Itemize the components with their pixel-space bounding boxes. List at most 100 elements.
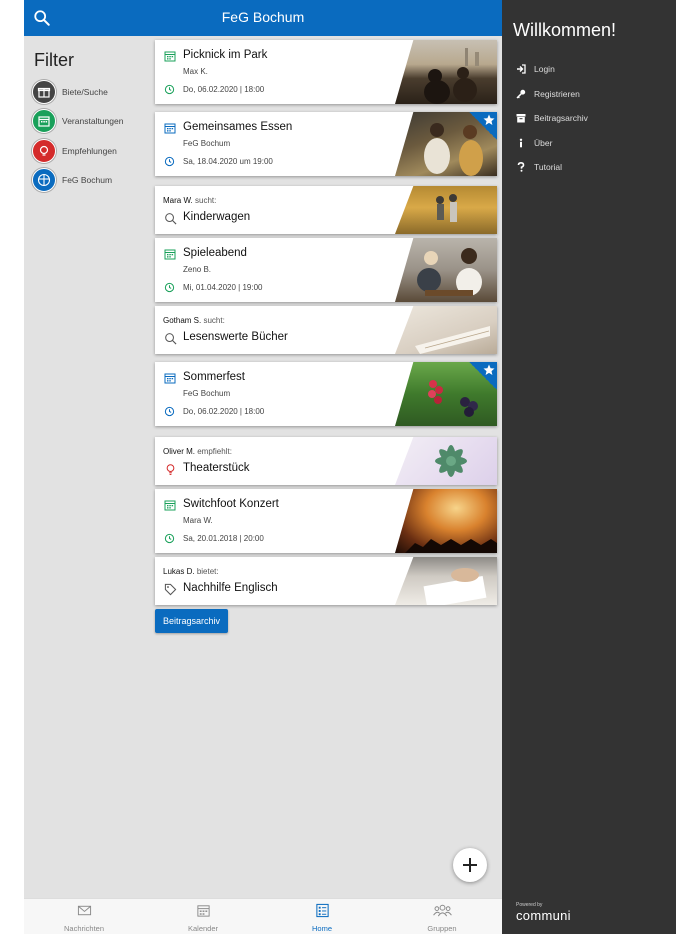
clock-icon [164, 156, 175, 167]
archive-icon [516, 113, 526, 123]
filter-item-empfehlungen[interactable]: Empfehlungen [32, 136, 156, 166]
communi-logo: Powered by communi [516, 902, 571, 923]
event-title: Picknick im Park [183, 49, 268, 61]
calendar-icon [164, 500, 176, 511]
drawer-item-label: Über [534, 138, 553, 148]
plus-icon [463, 858, 477, 872]
drawer-item-ueber[interactable]: Über [516, 138, 552, 148]
clock-icon [164, 282, 175, 293]
post-title: Kinderwagen [183, 211, 251, 223]
tab-nachrichten[interactable]: Nachrichten [24, 903, 144, 933]
clock-icon [164, 533, 175, 544]
event-photo [395, 40, 497, 104]
star-icon [483, 114, 495, 125]
event-organizer: Max K. [183, 67, 208, 76]
filter-title: Filter [34, 50, 74, 70]
post-meta: Oliver M. empfiehlt: [163, 447, 232, 456]
envelope-icon [77, 905, 91, 916]
featured-star-badge [469, 362, 497, 390]
tab-kalender[interactable]: Kalender [143, 903, 263, 933]
post-card[interactable]: Oliver M. empfiehlt: Theaterstück [155, 437, 497, 485]
event-date: Sa, 18.04.2020 um 19:00 [183, 157, 273, 166]
event-date: Do, 06.02.2020 | 18:00 [183, 85, 265, 94]
event-date: Do, 06.02.2020 | 18:00 [183, 407, 265, 416]
post-title: Nachhilfe Englisch [183, 582, 278, 594]
search-icon [165, 213, 177, 225]
drawer-item-label: Beitragsarchiv [534, 113, 588, 123]
cross-icon [32, 168, 56, 193]
event-title: Sommerfest [183, 371, 245, 383]
event-card[interactable]: Switchfoot Konzert Mara W. Sa, 20.01.201… [155, 489, 497, 553]
drawer-item-beitragsarchiv[interactable]: Beitragsarchiv [516, 113, 588, 123]
drawer-item-registrieren[interactable]: Registrieren [516, 89, 580, 99]
group-icon [432, 904, 452, 917]
event-photo [395, 489, 497, 553]
post-author: Oliver M. [163, 447, 195, 456]
tab-label: Nachrichten [63, 924, 105, 933]
event-organizer: Mara W. [183, 516, 213, 525]
clock-icon [164, 406, 175, 417]
add-post-button[interactable] [453, 848, 487, 882]
event-card[interactable]: Spieleabend Zeno B. Mi, 01.04.2020 | 19:… [155, 238, 497, 302]
filter-label: Veranstaltungen [62, 116, 124, 127]
filter-label: Empfehlungen [62, 145, 117, 156]
post-meta: Lukas D. bietet: [163, 567, 219, 576]
event-card[interactable]: Sommerfest FeG Bochum Do, 06.02.2020 | 1… [155, 362, 497, 426]
info-icon [516, 138, 526, 148]
app: FeG Bochum Filter Biete/Suche Veranstalt… [24, 0, 676, 934]
event-date: Mi, 01.04.2020 | 19:00 [183, 283, 263, 292]
lightbulb-icon [166, 464, 175, 475]
filter-label: FeG Bochum [62, 175, 113, 186]
event-card[interactable]: Gemeinsames Essen FeG Bochum Sa, 18.04.2… [155, 112, 497, 176]
event-organizer: FeG Bochum [183, 139, 231, 148]
gift-icon [32, 79, 56, 104]
tab-label: Home [311, 924, 332, 933]
post-verb: empfiehlt: [197, 447, 232, 456]
search-icon [165, 333, 177, 345]
tag-icon [164, 583, 177, 596]
drawer-item-login[interactable]: Login [516, 64, 555, 74]
home-list-icon [315, 903, 329, 918]
key-icon [516, 89, 526, 99]
drawer-item-label: Tutorial [534, 162, 563, 172]
post-photo [395, 437, 497, 485]
event-photo [395, 238, 497, 302]
brand-text: communi [516, 908, 571, 923]
post-card[interactable]: Mara W. sucht: Kinderwagen [155, 186, 497, 234]
featured-star-badge [469, 112, 497, 140]
event-organizer: FeG Bochum [183, 389, 231, 398]
question-icon [516, 162, 526, 172]
post-meta: Gotham S. sucht: [163, 316, 225, 325]
lightbulb-icon [32, 138, 56, 163]
calendar-icon [32, 109, 56, 134]
star-icon [483, 364, 495, 375]
post-verb: sucht: [203, 316, 225, 325]
clock-icon [164, 84, 175, 95]
sign-in-icon [516, 64, 526, 74]
filter-item-veranstaltungen[interactable]: Veranstaltungen [32, 107, 156, 137]
post-photo [395, 186, 497, 234]
filter-panel: Filter Biete/Suche Veranstaltungen Empfe… [32, 50, 156, 195]
post-photo [395, 557, 497, 605]
archive-button[interactable]: Beitragsarchiv [155, 609, 228, 633]
tab-gruppen[interactable]: Gruppen [382, 903, 502, 933]
post-title: Theaterstück [183, 462, 250, 474]
post-verb: bietet: [196, 567, 219, 576]
post-photo [395, 306, 497, 354]
filter-item-feg-bochum[interactable]: FeG Bochum [32, 166, 156, 196]
post-card[interactable]: Lukas D. bietet: Nachhilfe Englisch [155, 557, 497, 605]
top-bar: FeG Bochum [24, 0, 502, 36]
event-card[interactable]: Picknick im Park Max K. Do, 06.02.2020 |… [155, 40, 497, 104]
drawer-item-tutorial[interactable]: Tutorial [516, 162, 562, 172]
post-meta: Mara W. sucht: [163, 196, 216, 205]
tab-label: Gruppen [427, 924, 457, 933]
filter-item-biete-suche[interactable]: Biete/Suche [32, 77, 156, 107]
tab-home[interactable]: Home [262, 903, 382, 933]
event-title: Switchfoot Konzert [183, 498, 279, 510]
side-drawer: Willkommen! Login Registrieren Beitragsa… [502, 0, 676, 934]
post-title: Lesenswerte Bücher [183, 331, 288, 343]
post-author: Lukas D. [163, 567, 195, 576]
post-author: Mara W. [163, 196, 193, 205]
post-card[interactable]: Gotham S. sucht: Lesenswerte Bücher [155, 306, 497, 354]
filter-label: Biete/Suche [62, 86, 108, 97]
